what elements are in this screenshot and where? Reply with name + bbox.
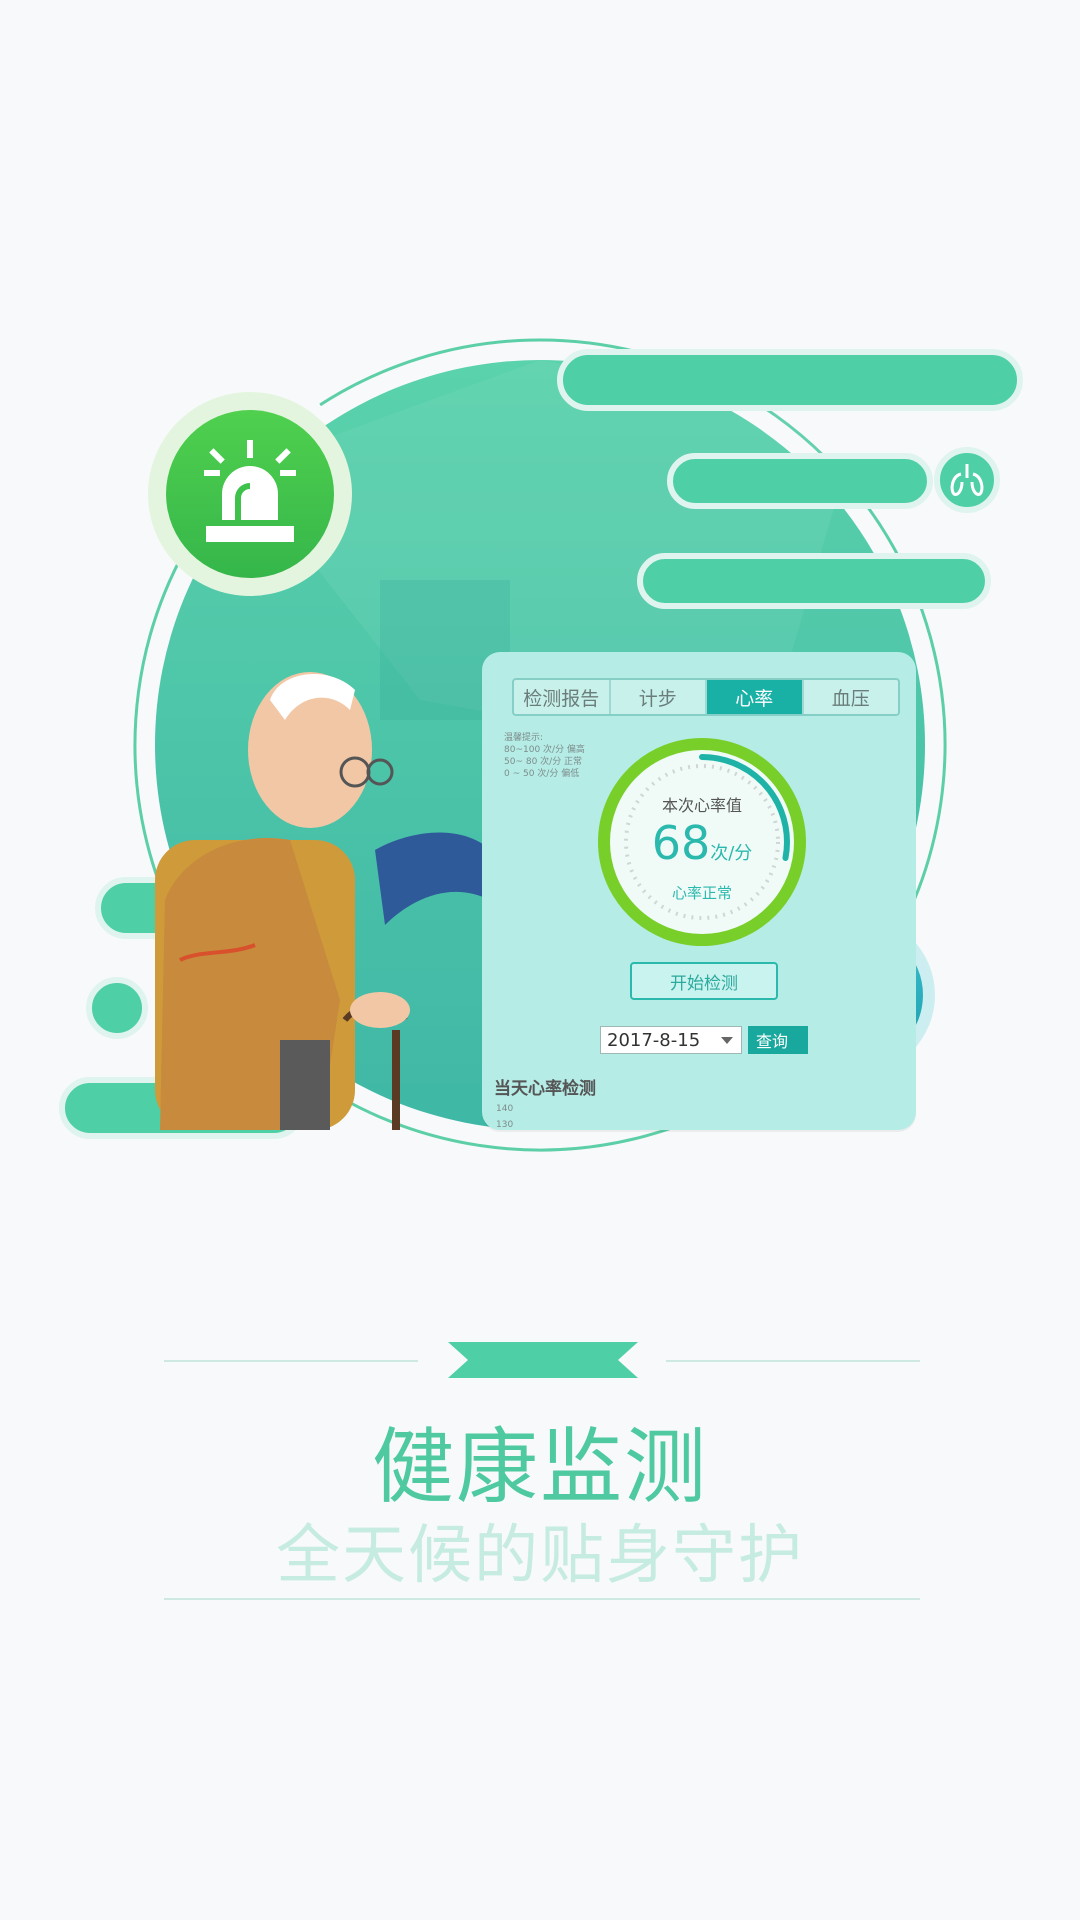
chevron-down-icon (721, 1037, 733, 1044)
divider-left (164, 1360, 418, 1362)
divider-right (666, 1360, 920, 1362)
y-tick: 140 (496, 1104, 514, 1114)
page-subtitle: 全天候的贴身守护 (276, 1519, 804, 1593)
daily-heart-rate-title: 当天心率检测 (494, 1079, 596, 1099)
gauge-title: 本次心率值 (661, 796, 742, 815)
tab-report[interactable]: 检测报告 (514, 680, 611, 714)
date-value: 2017-8-15 (607, 1029, 701, 1051)
tab-blood-pressure[interactable]: 血压 (804, 680, 899, 714)
legend-title: 温馨提示: (504, 733, 544, 743)
legend-row: 80~100 次/分 偏高 (504, 745, 585, 755)
start-detection-button[interactable]: 开始检测 (630, 962, 778, 1000)
tab-steps[interactable]: 计步 (611, 680, 707, 714)
page-title: 健康监测 (371, 1420, 708, 1515)
y-tick: 130 (496, 1120, 514, 1130)
heart-rate-app-card: 检测报告 计步 心率 血压 温馨提示: 80~100 次/分 偏高 50~ 80… (482, 652, 916, 1130)
heart-rate-legend: 温馨提示: 80~100 次/分 偏高 50~ 80 次/分 正常 0 ~ 50… (504, 732, 585, 780)
tab-heart-rate[interactable]: 心率 (707, 680, 804, 714)
heart-rate-unit: 次/分 (710, 843, 753, 864)
hero-illustration: 检测报告 计步 心率 血压 温馨提示: 80~100 次/分 偏高 50~ 80… (0, 0, 1080, 1180)
divider-bottom (164, 1598, 920, 1600)
heart-rate-status: 心率正常 (671, 884, 732, 902)
heart-rate-value: 68次/分 (651, 816, 753, 870)
legend-row: 50~ 80 次/分 正常 (504, 757, 583, 767)
legend-row: 0 ~ 50 次/分 偏低 (504, 769, 580, 779)
report-tabs: 检测报告 计步 心率 血压 (512, 678, 900, 716)
heart-rate-gauge: 本次心率值 68次/分 心率正常 (592, 732, 812, 952)
query-button[interactable]: 查询 (748, 1026, 808, 1054)
ribbon-decoration (448, 1342, 638, 1378)
date-select[interactable]: 2017-8-15 (600, 1026, 742, 1054)
